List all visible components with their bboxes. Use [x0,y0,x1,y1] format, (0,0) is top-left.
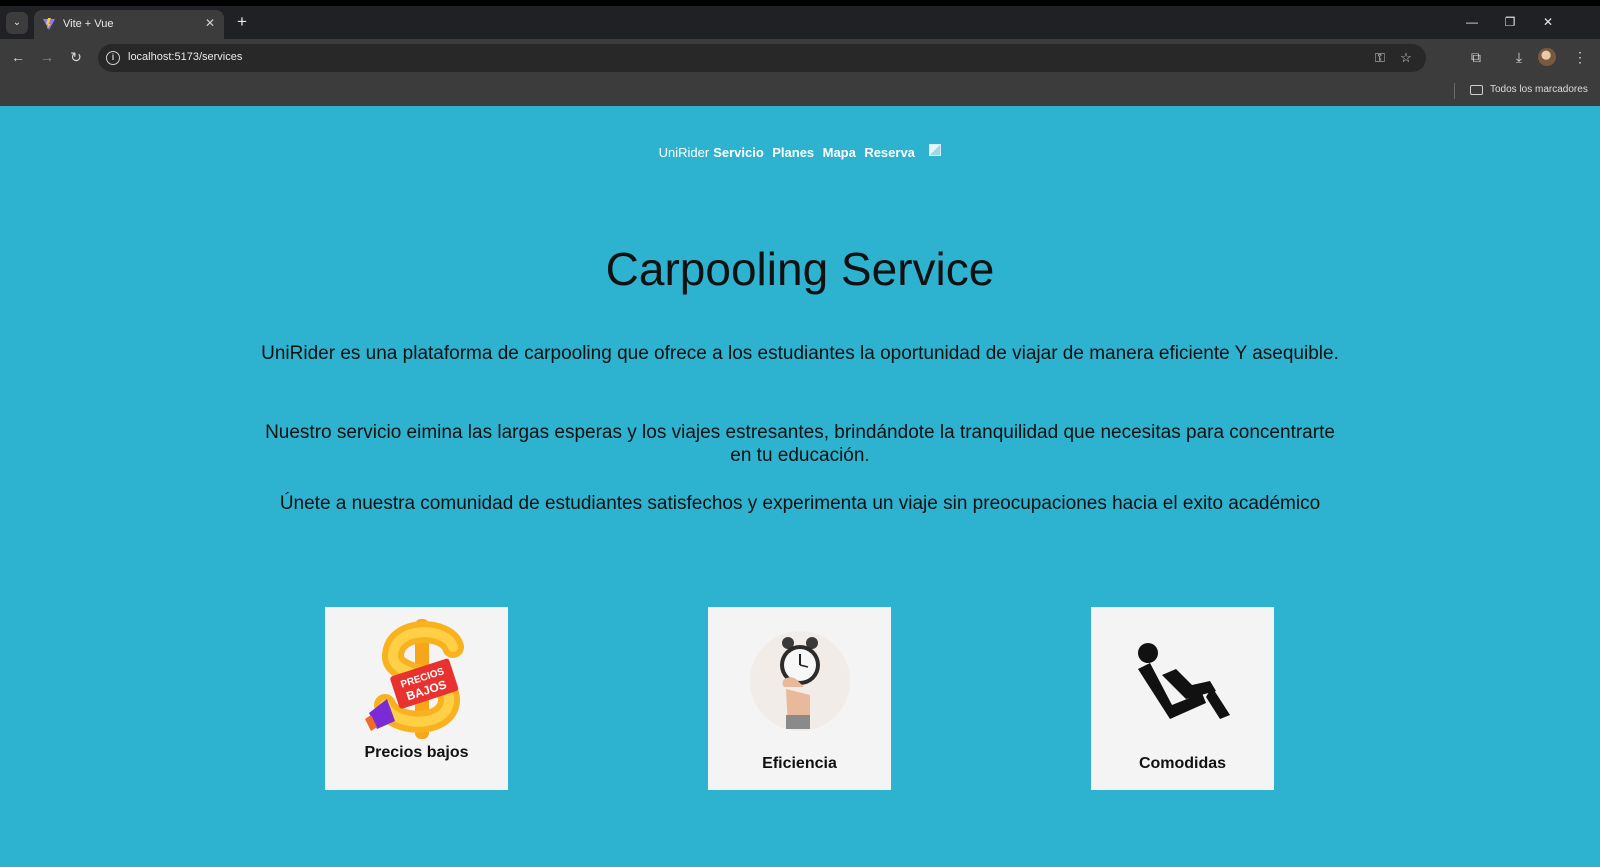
browser-tabstrip: ⌄ Vite + Vue ✕ + — ❐ ✕ [0,6,1600,39]
minimize-icon[interactable]: — [1462,12,1482,32]
browser-toolbar: ← → ↻ i localhost:5173/services ⚿ ☆ ⧉ ⤓ … [0,39,1600,76]
new-tab-button[interactable]: + [231,11,253,33]
nav-link-planes[interactable]: Planes [772,145,814,160]
nav-link-mapa[interactable]: Mapa [823,145,856,160]
card-label-precios-bajos: Precios bajos [364,744,469,761]
forward-arrow-icon[interactable]: → [37,47,57,67]
url-text[interactable]: localhost:5173/services [128,51,242,63]
dollar-sign-icon: PRECIOS BAJOS [365,619,464,739]
broken-image-icon[interactable] [929,144,942,156]
bookmarks-divider [1454,83,1455,99]
nav-link-servicio[interactable]: Servicio [713,145,764,160]
page-title: Carpooling Service [605,243,995,295]
browser-tab-active[interactable]: Vite + Vue ✕ [34,10,224,39]
tab-search-button[interactable]: ⌄ [6,12,28,34]
page-viewport: UniRider Servicio Planes Mapa Reserva Car… [0,106,1600,867]
intro-paragraph: UniRider es una plataforma de carpooling… [261,343,1339,364]
all-bookmarks-link[interactable]: Todos los marcadores [1490,84,1588,95]
reload-icon[interactable]: ↻ [66,47,86,67]
site-navbar: UniRider Servicio Planes Mapa Reserva [0,144,1600,162]
card-label-eficiencia: Eficiencia [762,755,837,772]
close-window-icon[interactable]: ✕ [1538,12,1558,32]
site-info-icon[interactable]: i [106,51,120,65]
reclining-seat-icon [1138,643,1230,719]
address-bar[interactable]: i localhost:5173/services ⚿ ☆ [98,44,1426,72]
nav-link-reserva[interactable]: Reserva [864,145,915,160]
feature-card-comodidas[interactable]: Comodidas [1091,607,1274,790]
browser-menu-icon[interactable]: ⋮ [1570,47,1590,67]
folder-icon[interactable] [1470,85,1483,95]
brand-logo-text[interactable]: UniRider [659,145,710,160]
bookmark-star-icon[interactable]: ☆ [1397,49,1415,67]
alarm-clock-icon [750,631,850,731]
back-arrow-icon[interactable]: ← [8,47,28,67]
tab-close-icon[interactable]: ✕ [205,16,215,30]
feature-card-precios-bajos[interactable]: PRECIOS BAJOS Precios bajos [325,607,508,790]
bookmarks-bar: Todos los marcadores [0,76,1600,106]
card-label-comodidas: Comodidas [1138,755,1227,772]
downloads-icon[interactable]: ⤓ [1509,47,1529,67]
password-key-icon[interactable]: ⚿ [1371,49,1389,67]
restore-window-icon[interactable]: ❐ [1500,12,1520,32]
benefit-paragraph: Nuestro servicio eimina las largas esper… [265,422,1335,466]
tab-title: Vite + Vue [63,18,114,30]
profile-avatar[interactable] [1538,48,1556,66]
community-paragraph: Únete a nuestra comunidad de estudiantes… [279,493,1321,514]
feature-card-eficiencia[interactable]: Eficiencia [708,607,891,790]
vite-logo-icon [43,18,55,30]
extensions-puzzle-icon[interactable]: ⧉ [1466,47,1486,67]
